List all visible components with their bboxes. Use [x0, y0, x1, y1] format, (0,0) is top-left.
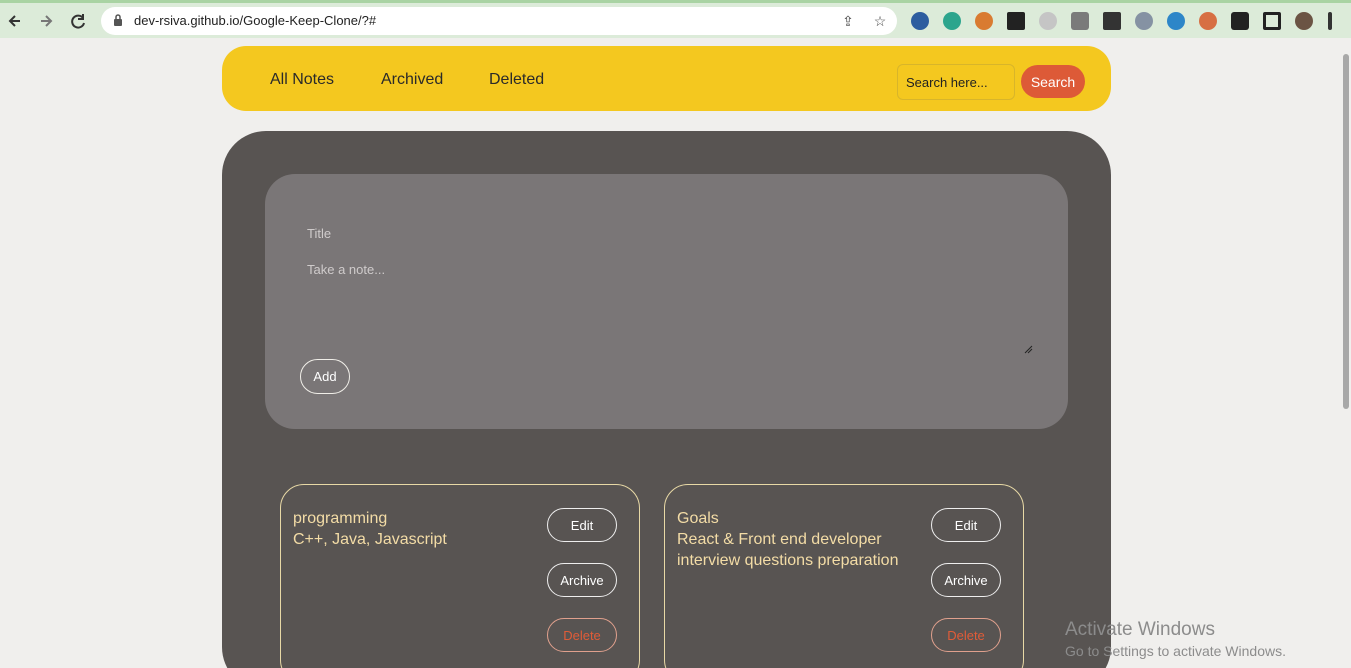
activate-windows-subtitle: Go to Settings to activate Windows.	[1065, 643, 1286, 659]
nav-deleted[interactable]: Deleted	[489, 71, 544, 89]
note-body: React & Front end developer interview qu…	[677, 531, 899, 569]
side-panel-icon[interactable]	[1263, 12, 1281, 30]
search-input[interactable]	[897, 64, 1015, 100]
page-scrollbar[interactable]	[1341, 38, 1351, 668]
scrollbar-thumb[interactable]	[1343, 54, 1349, 409]
extension-icon[interactable]	[1167, 12, 1185, 30]
archive-note-button[interactable]: Archive	[547, 563, 617, 597]
activate-windows-title: Activate Windows	[1065, 619, 1215, 640]
address-bar[interactable]: dev-rsiva.github.io/Google-Keep-Clone/?#…	[101, 7, 897, 35]
extension-icon[interactable]	[943, 12, 961, 30]
browser-toolbar: dev-rsiva.github.io/Google-Keep-Clone/?#…	[0, 0, 1351, 38]
share-icon[interactable]: ⇪	[839, 12, 857, 30]
note-title-input[interactable]	[307, 222, 1027, 244]
delete-note-button[interactable]: Delete	[931, 618, 1001, 652]
extension-icon[interactable]	[1199, 12, 1217, 30]
puzzle-icon[interactable]	[1231, 12, 1249, 30]
lock-icon	[114, 14, 122, 26]
edit-note-button[interactable]: Edit	[547, 508, 617, 542]
menu-dots-icon[interactable]	[1328, 12, 1332, 30]
note-composer: Add	[265, 174, 1068, 429]
edit-note-button[interactable]: Edit	[931, 508, 1001, 542]
extension-icon[interactable]	[1007, 12, 1025, 30]
extension-icon[interactable]	[975, 12, 993, 30]
archive-note-button[interactable]: Archive	[931, 563, 1001, 597]
reload-icon[interactable]	[66, 9, 90, 33]
note-body-textarea[interactable]	[307, 262, 1033, 354]
nav-all-notes[interactable]: All Notes	[270, 71, 334, 89]
delete-note-button[interactable]: Delete	[547, 618, 617, 652]
extension-icon[interactable]	[911, 12, 929, 30]
note-card: Goals React & Front end developer interv…	[664, 484, 1024, 668]
note-card: programming C++, Java, Javascript Edit A…	[280, 484, 640, 668]
note-body: C++, Java, Javascript	[293, 531, 447, 548]
app-navbar: All Notes Archived Deleted Search	[222, 46, 1111, 111]
extension-icon[interactable]	[1039, 12, 1057, 30]
resize-handle-icon[interactable]	[1023, 344, 1033, 354]
add-note-button[interactable]: Add	[300, 359, 350, 394]
note-title: Goals	[677, 510, 719, 527]
note-title: programming	[293, 510, 388, 527]
back-arrow-icon[interactable]	[3, 9, 27, 33]
star-icon[interactable]: ☆	[871, 12, 889, 30]
nav-archived[interactable]: Archived	[381, 71, 443, 89]
forward-arrow-icon[interactable]	[34, 9, 58, 33]
camera-icon[interactable]	[1071, 12, 1089, 30]
profile-avatar[interactable]	[1295, 12, 1313, 30]
extension-icon[interactable]	[1135, 12, 1153, 30]
search-button[interactable]: Search	[1021, 65, 1085, 98]
extension-icon[interactable]	[1103, 12, 1121, 30]
notes-panel: Add programming C++, Java, Javascript Ed…	[222, 131, 1111, 668]
url-text: dev-rsiva.github.io/Google-Keep-Clone/?#	[134, 13, 377, 28]
